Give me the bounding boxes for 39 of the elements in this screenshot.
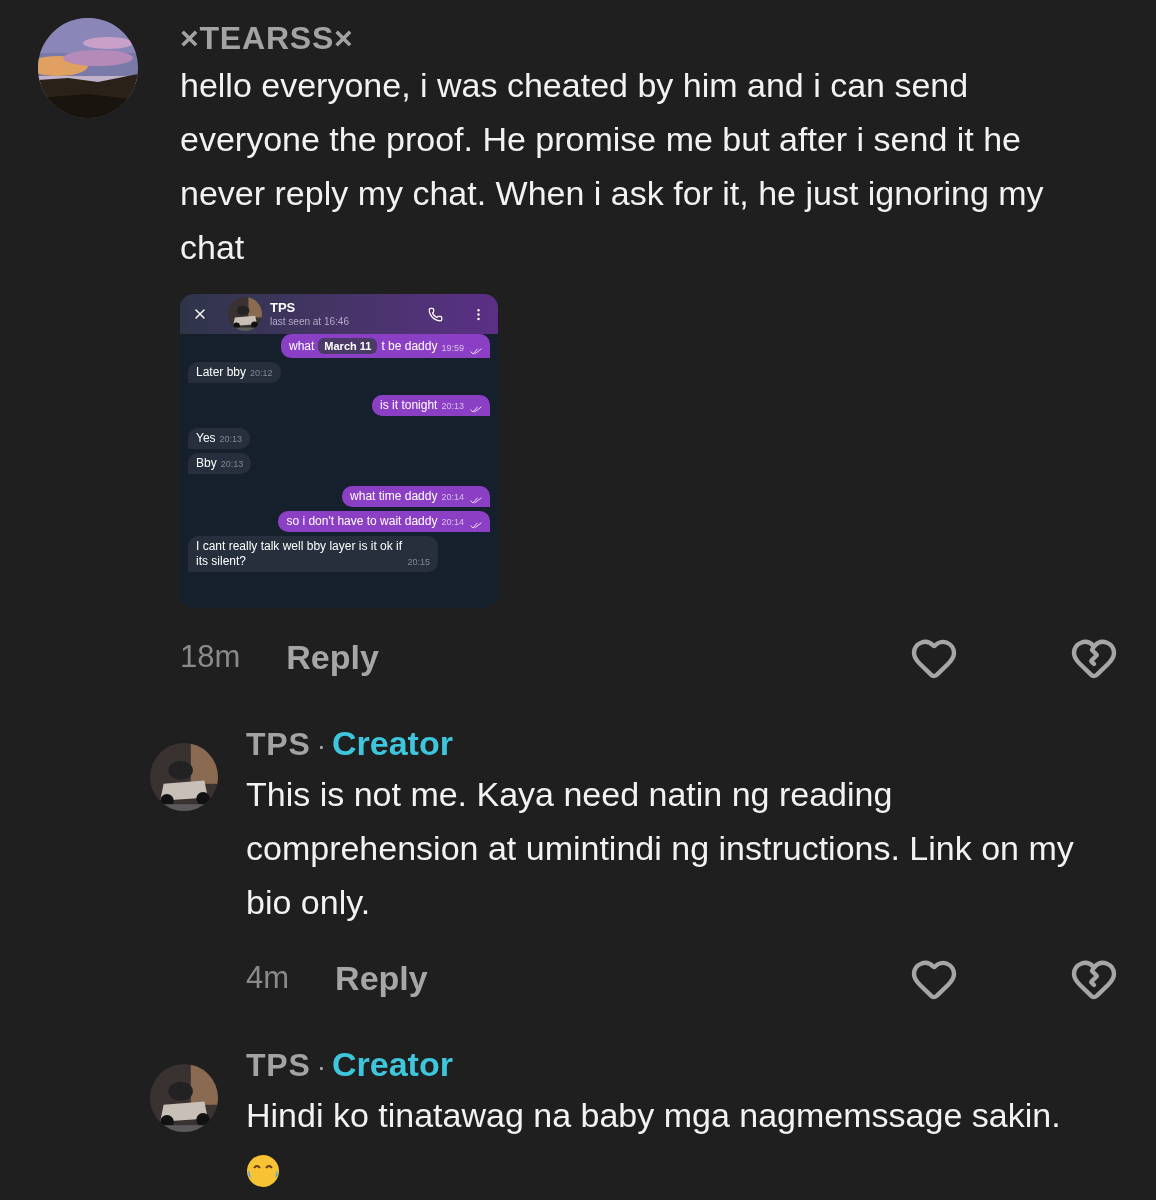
author-name[interactable]: ×TEARSS×	[180, 18, 354, 58]
creator-label: Creator	[331, 723, 453, 763]
separator-dot: ·	[316, 1050, 326, 1084]
creator-label: Creator	[331, 1044, 453, 1084]
comment-text: Hindi ko tinatawag na baby mga nagmemssage sakin.	[246, 1095, 1062, 1136]
phone-icon[interactable]	[428, 306, 443, 322]
double-check-icon	[470, 406, 482, 413]
double-check-icon	[470, 497, 482, 504]
message-text: Yes	[196, 431, 216, 446]
message-time: 20:13	[219, 432, 243, 446]
comment-text: hello everyone, i was cheated by him and i can send everyone the proof. He promise me but after i send it he never reply my chat. When i ask for it, he just ignoring my chat	[180, 65, 1045, 268]
reply-button[interactable]: Reply	[286, 632, 379, 683]
message-time: 20:13	[220, 457, 244, 471]
author-name[interactable]: TPS	[246, 724, 311, 764]
message-time: 20:15	[407, 555, 430, 569]
separator-dot: ·	[316, 729, 326, 763]
message-text: is it tonight	[380, 398, 438, 413]
message-text: what	[288, 338, 315, 355]
double-check-icon	[470, 522, 482, 529]
message-text: Bby	[196, 456, 217, 471]
message-time: 20:14	[441, 515, 464, 529]
last-seen-status: last seen at 16:46	[270, 315, 349, 329]
message-time: 20:13	[441, 399, 464, 413]
double-check-icon	[470, 348, 482, 355]
chat-title: TPS	[270, 299, 297, 316]
message-text: what time daddy	[350, 489, 438, 504]
message-time: 20:12	[250, 366, 273, 380]
message-time: 20:14	[441, 490, 464, 504]
author-name[interactable]: TPS	[246, 1045, 311, 1085]
comment-age: 4m	[246, 959, 290, 998]
comment-text: This is not me. Kaya need natin ng reading comprehension at umintindi ng instructions. Link on my bio only.	[246, 774, 1075, 923]
comment-age: 18m	[180, 638, 241, 677]
message-text: t be daddy	[381, 338, 438, 355]
message-text: so i don't have to wait daddy	[286, 514, 438, 529]
message-text: I cant really talk well bby layer is it ok if its silent?	[196, 539, 404, 569]
message-time: 19:59	[441, 341, 464, 355]
message-text: Later bby	[196, 365, 247, 380]
reply-button[interactable]: Reply	[335, 953, 428, 1004]
date-pill: March 11	[318, 337, 378, 355]
